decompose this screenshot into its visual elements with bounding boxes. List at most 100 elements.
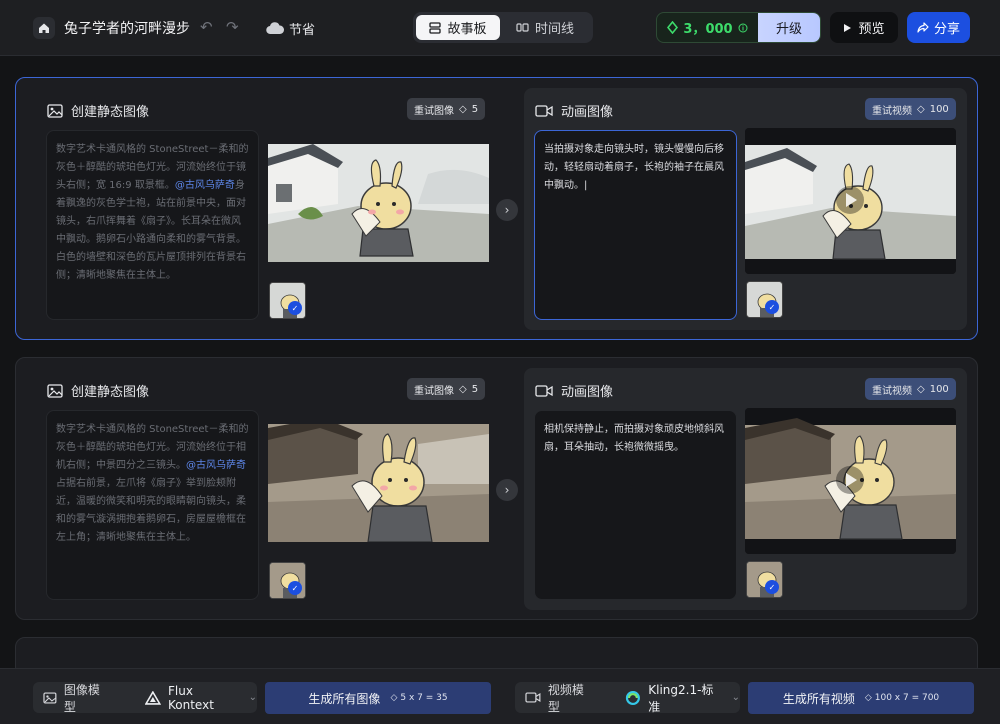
credit-balance[interactable]: 3，000 (657, 13, 758, 42)
animation-prompt-text: 当拍摄对象走向镜头时，镜头慢慢向后移动，轻轻扇动着扇子，长袍的袖子在晨风中飘动。 (544, 144, 724, 191)
character-mention[interactable]: @古风乌萨奇 (186, 460, 246, 471)
upgrade-button[interactable]: 升级 (758, 13, 820, 42)
generate-all-videos-button[interactable]: 生成所有视频 ◇ 100 x 7 = 700 (748, 682, 974, 714)
credits-widget: 3，000 升级 (656, 12, 821, 43)
generate-images-cost: ◇ 5 x 7 = 35 (390, 693, 447, 703)
image-panel-title-text: 创建静态图像 (71, 105, 150, 120)
scene-illustration (268, 144, 489, 262)
animation-prompt-text: 相机保持静止，而拍摄对象顽皮地倾斜风扇，耳朵抽动，长袍微微摇曳。 (544, 424, 724, 453)
thumbnail-illustration (747, 282, 782, 317)
image-prompt-text-rest: 身着飘逸的灰色学士袍，站在前景中央，面对镜头，右爪挥舞着《扇子》。长耳朵在微风中… (56, 180, 246, 281)
chevron-right-icon: › (504, 483, 510, 497)
image-icon (47, 383, 63, 398)
project-title[interactable]: 兔子学者的河畔漫步 (64, 18, 190, 38)
view-switcher: 故事板 时间线 (413, 12, 593, 43)
home-button[interactable] (33, 17, 55, 39)
image-prompt-text-rest: 占据右前景，左爪将《扇子》举到脸颊附近，温暖的微笑和明亮的眼睛朝向镜头，柔和的雾… (56, 478, 246, 543)
generate-all-images-label: 生成所有图像 (308, 691, 381, 706)
share-label: 分享 (933, 22, 960, 37)
retry-video-button[interactable]: 重试视频 ◇ 100 (865, 98, 956, 120)
timeline-icon (516, 23, 529, 32)
next-arrow-button[interactable]: › (496, 479, 518, 501)
video-model-value[interactable]: Kling2.1-标准 ⌄ (625, 681, 740, 715)
generated-image[interactable] (268, 424, 489, 542)
diamond-icon: ◇ (917, 383, 925, 395)
video-camera-icon (525, 692, 541, 703)
animation-panel: 动画图像 重试视频 ◇ 100 当拍摄对象走向镜头时，镜头慢慢向后移动，轻轻扇动… (524, 88, 967, 330)
thumbnail-illustration (270, 563, 305, 598)
generated-image[interactable] (268, 144, 489, 262)
credit-amount: 3，000 (683, 22, 733, 37)
retry-image-label: 重试图像 (414, 385, 454, 397)
info-icon (738, 23, 748, 32)
video-model-name: Kling2.1-标准 (648, 682, 714, 714)
retry-video-button[interactable]: 重试视频 ◇ 100 (865, 378, 956, 400)
selected-check-icon: ✓ (288, 301, 302, 315)
scene-card-2[interactable]: 创建静态图像 重试图像 ◇ 5 数字艺术卡通风格的 StoneStreet－柔和… (15, 357, 978, 620)
image-panel-title-text: 创建静态图像 (71, 385, 150, 400)
selected-check-icon: ✓ (288, 581, 302, 595)
image-thumbnail[interactable]: ✓ (269, 282, 306, 319)
image-thumbnail[interactable]: ✓ (269, 562, 306, 599)
retry-image-label: 重试图像 (414, 105, 454, 117)
retry-image-cost: 5 (471, 103, 479, 115)
video-thumbnail[interactable]: ✓ (746, 561, 783, 598)
retry-video-label: 重试视频 (872, 105, 912, 117)
video-preview[interactable] (745, 408, 956, 554)
text-cursor: | (584, 180, 588, 191)
video-model-label: 视频模型 (525, 681, 595, 715)
video-model-selector[interactable]: 视频模型 Kling2.1-标准 ⌄ (515, 681, 740, 715)
chevron-down-icon: ⌄ (731, 692, 740, 703)
video-model-label-text: 视频模型 (547, 682, 584, 714)
retry-image-cost: 5 (471, 383, 479, 395)
video-preview[interactable] (745, 128, 956, 274)
animation-panel-title-text: 动画图像 (561, 105, 614, 120)
retry-image-button[interactable]: 重试图像 ◇ 5 (407, 98, 486, 120)
diamond-icon: ◇ (390, 693, 398, 703)
video-frame-illustration (745, 408, 956, 554)
retry-video-label: 重试视频 (872, 385, 912, 397)
scene-card-1[interactable]: 创建静态图像 重试图像 ◇ 5 数字艺术卡通风格的 StoneStreet－柔和… (15, 77, 978, 340)
tab-storyboard[interactable]: 故事板 (416, 15, 500, 40)
preview-button[interactable]: 预览 (830, 12, 898, 43)
animation-panel-title: 动画图像 (535, 381, 613, 400)
thumbnail-illustration (270, 283, 305, 318)
retry-image-button[interactable]: 重试图像 ◇ 5 (407, 378, 486, 400)
diamond-icon (667, 21, 679, 34)
diamond-icon: ◇ (459, 103, 467, 115)
tab-timeline[interactable]: 时间线 (500, 15, 590, 40)
video-camera-icon (535, 384, 553, 397)
image-model-value[interactable]: Flux Kontext ⌄ (145, 684, 257, 712)
thumbnail-illustration (747, 562, 782, 597)
share-icon (917, 22, 929, 33)
redo-icon[interactable]: ↷ (226, 18, 239, 36)
video-frame-illustration (745, 128, 956, 274)
tab-timeline-label: 时间线 (534, 22, 574, 37)
next-arrow-button[interactable]: › (496, 199, 518, 221)
image-icon (43, 691, 57, 704)
image-panel-title: 创建静态图像 (47, 101, 149, 120)
image-model-label: 图像模型 (43, 681, 111, 715)
generate-all-images-button[interactable]: 生成所有图像 ◇ 5 x 7 = 35 (265, 682, 491, 714)
top-bar: 兔子学者的河畔漫步 ↶ ↷ 节省 故事板 时间线 3，000 升级 预览 分享 (0, 0, 1000, 56)
character-mention[interactable]: @古风乌萨奇 (175, 180, 235, 191)
home-icon (39, 23, 49, 33)
diamond-icon: ◇ (864, 693, 872, 703)
animation-prompt[interactable]: 当拍摄对象走向镜头时，镜头慢慢向后移动，轻轻扇动着扇子，长袍的袖子在晨风中飘动。… (534, 130, 737, 320)
play-icon (844, 23, 852, 32)
bottom-bar: 图像模型 Flux Kontext ⌄ 生成所有图像 ◇ 5 x 7 = 35 视… (0, 668, 1000, 724)
animation-panel: 动画图像 重试视频 ◇ 100 相机保持静止，而拍摄对象顽皮地倾斜风扇，耳朵抽动… (524, 368, 967, 610)
save-status[interactable]: 节省 (289, 19, 315, 38)
image-model-selector[interactable]: 图像模型 Flux Kontext ⌄ (33, 681, 257, 715)
video-thumbnail[interactable]: ✓ (746, 281, 783, 318)
selected-check-icon: ✓ (765, 580, 779, 594)
image-prompt[interactable]: 数字艺术卡通风格的 StoneStreet－柔和的灰色＋醇酷的琥珀色灯光。河流始… (46, 410, 259, 600)
share-button[interactable]: 分享 (907, 12, 970, 43)
retry-video-cost: 100 (929, 383, 949, 395)
image-panel-title: 创建静态图像 (47, 381, 149, 400)
undo-icon[interactable]: ↶ (200, 18, 213, 36)
selected-check-icon: ✓ (765, 300, 779, 314)
animation-prompt[interactable]: 相机保持静止，而拍摄对象顽皮地倾斜风扇，耳朵抽动，长袍微微摇曳。 (534, 410, 737, 600)
image-icon (47, 103, 63, 118)
image-prompt[interactable]: 数字艺术卡通风格的 StoneStreet－柔和的灰色＋醇酷的琥珀色灯光。河流始… (46, 130, 259, 320)
